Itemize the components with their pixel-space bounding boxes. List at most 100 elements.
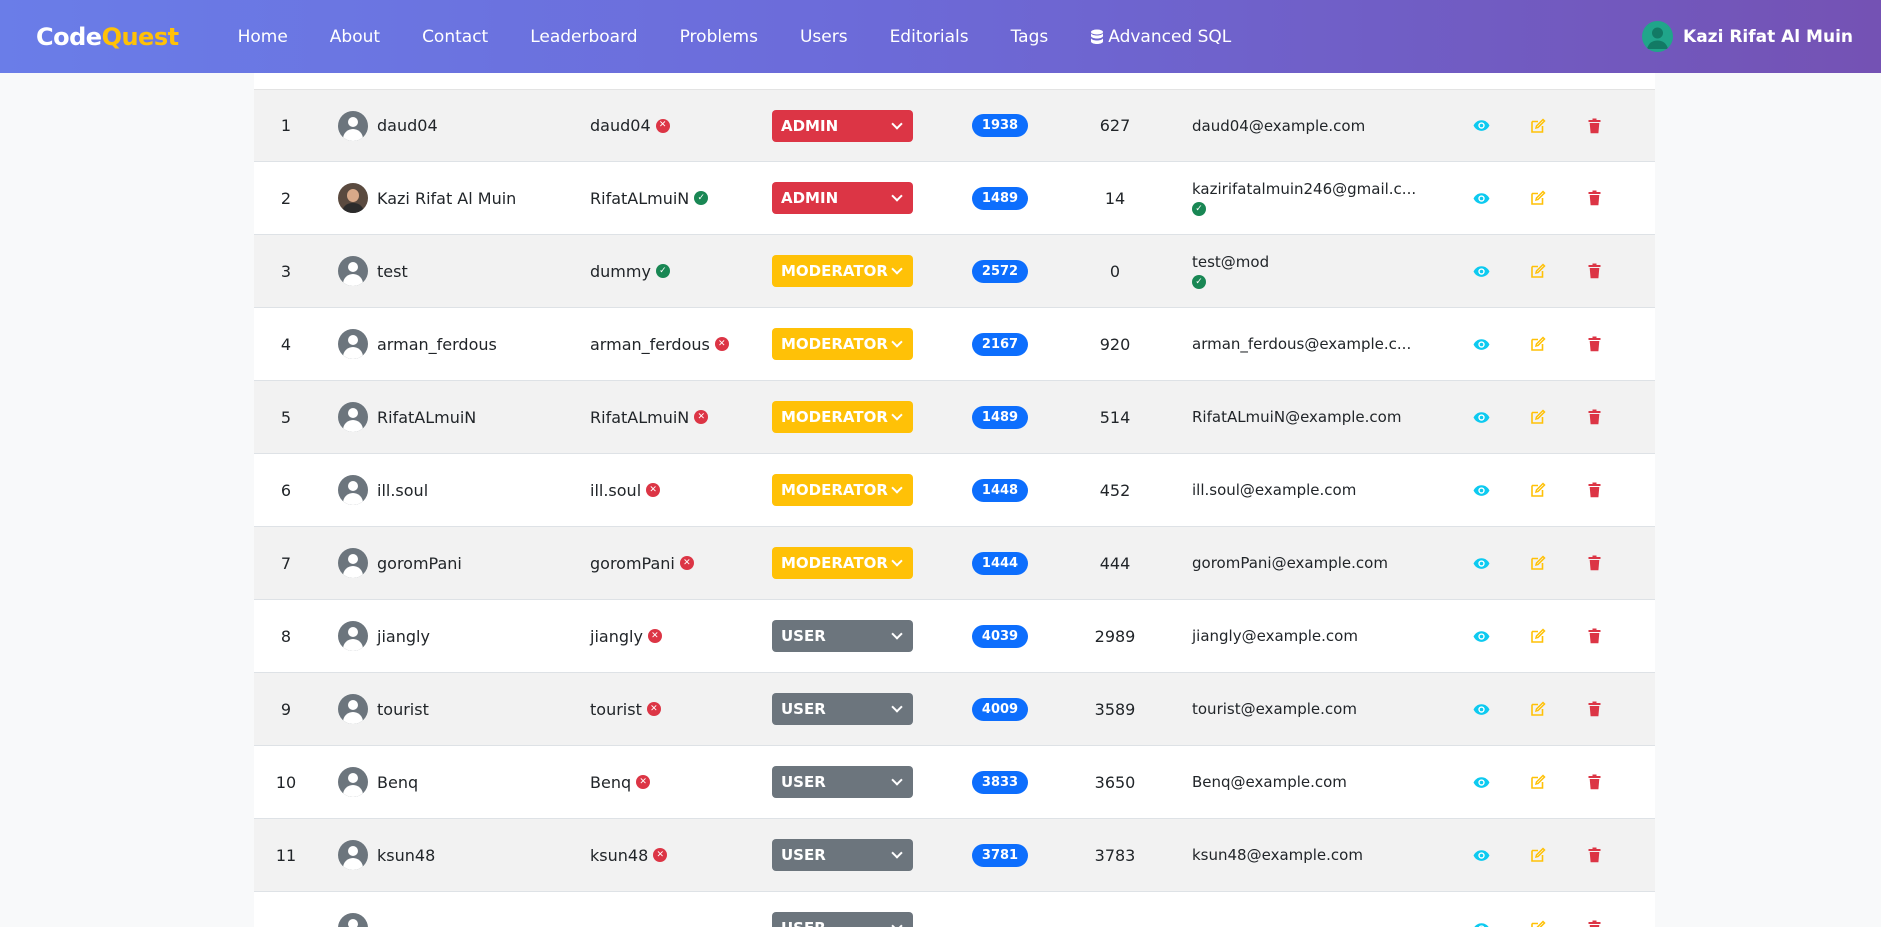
nav-link-tags[interactable]: Tags xyxy=(1011,27,1049,47)
role-select[interactable]: MODERATOR xyxy=(772,547,913,579)
user-display-name: Benq xyxy=(377,772,419,792)
user-handle: dummy xyxy=(590,261,651,281)
avatar xyxy=(338,621,368,651)
view-icon[interactable] xyxy=(1467,695,1495,723)
nav-link-home[interactable]: Home xyxy=(238,27,288,47)
rating-badge: 4009 xyxy=(971,697,1029,721)
view-icon[interactable] xyxy=(1467,112,1495,140)
delete-icon[interactable] xyxy=(1580,330,1608,358)
view-icon[interactable] xyxy=(1467,549,1495,577)
edit-icon[interactable] xyxy=(1524,768,1552,796)
role-select[interactable]: ADMIN xyxy=(772,109,913,142)
view-icon[interactable] xyxy=(1467,330,1495,358)
view-icon[interactable] xyxy=(1467,476,1495,504)
delete-icon[interactable] xyxy=(1580,841,1608,869)
view-icon[interactable] xyxy=(1467,257,1495,285)
nav-link-users[interactable]: Users xyxy=(800,27,848,47)
table-header-strip xyxy=(254,73,1655,90)
unverified-x-icon: ✕ xyxy=(646,483,661,497)
unverified-x-icon: ✕ xyxy=(694,410,709,424)
delete-icon[interactable] xyxy=(1580,549,1608,577)
edit-icon[interactable] xyxy=(1524,695,1552,723)
delete-icon[interactable] xyxy=(1580,622,1608,650)
delete-icon[interactable] xyxy=(1580,695,1608,723)
role-select[interactable]: USER xyxy=(772,839,913,871)
rating-badge: 1489 xyxy=(971,405,1029,429)
nav-link-leaderboard[interactable]: Leaderboard xyxy=(530,27,637,47)
avatar xyxy=(338,767,368,797)
view-icon[interactable] xyxy=(1467,841,1495,869)
edit-icon[interactable] xyxy=(1524,549,1552,577)
user-handle: ill.soul xyxy=(590,480,642,500)
edit-icon[interactable] xyxy=(1524,330,1552,358)
view-icon[interactable] xyxy=(1467,768,1495,796)
row-number: 9 xyxy=(280,699,292,719)
delete-icon[interactable] xyxy=(1580,403,1608,431)
database-icon xyxy=(1091,29,1104,44)
delete-icon[interactable] xyxy=(1580,768,1608,796)
role-select[interactable]: MODERATOR xyxy=(772,474,913,506)
view-icon[interactable] xyxy=(1467,914,1495,927)
view-icon[interactable] xyxy=(1467,184,1495,212)
delete-icon[interactable] xyxy=(1580,112,1608,140)
role-select[interactable]: MODERATOR xyxy=(772,255,913,287)
nav-link-editorials[interactable]: Editorials xyxy=(890,27,969,47)
user-display-name: arman_ferdous xyxy=(377,334,497,354)
row-number: 8 xyxy=(280,626,292,646)
nav-link-problems[interactable]: Problems xyxy=(680,27,758,47)
table-row: 10 Benq Benq ✕ USER 3833 3650 Benq@example.com xyxy=(254,746,1655,819)
rating-badge: 2572 xyxy=(971,259,1029,283)
edit-icon[interactable] xyxy=(1524,841,1552,869)
chevron-down-icon xyxy=(891,555,903,567)
role-select[interactable]: ADMIN xyxy=(772,182,913,214)
solved-count: 2989 xyxy=(1094,626,1136,646)
rating-badge: 3781 xyxy=(971,843,1029,867)
edit-icon[interactable] xyxy=(1524,257,1552,285)
edit-icon[interactable] xyxy=(1524,403,1552,431)
role-select[interactable]: USER xyxy=(772,693,913,725)
delete-icon[interactable] xyxy=(1580,184,1608,212)
role-select[interactable]: MODERATOR xyxy=(772,328,913,360)
avatar xyxy=(338,913,368,927)
user-display-name: goromPani xyxy=(377,553,462,573)
table-body: 1 daud04 daud04 ✕ ADMIN 1938 627 daud04@example… xyxy=(254,90,1655,927)
solved-count: 444 xyxy=(1099,553,1131,573)
user-avatar xyxy=(1642,21,1674,52)
email-verified-check-icon: ✓ xyxy=(1192,202,1206,216)
role-select-value: USER xyxy=(781,846,826,864)
role-select[interactable]: USER xyxy=(772,766,913,798)
chevron-down-icon xyxy=(891,847,903,859)
edit-icon[interactable] xyxy=(1524,184,1552,212)
unverified-x-icon: ✕ xyxy=(646,702,661,716)
rating-badge: 3833 xyxy=(971,770,1029,794)
view-icon[interactable] xyxy=(1467,622,1495,650)
view-icon[interactable] xyxy=(1467,403,1495,431)
delete-icon[interactable] xyxy=(1580,914,1608,927)
chevron-down-icon xyxy=(891,117,903,130)
rating-badge: 1938 xyxy=(971,114,1029,137)
edit-icon[interactable] xyxy=(1524,112,1552,140)
role-select[interactable]: USER xyxy=(772,912,913,927)
brand-text-code: Code xyxy=(36,22,102,51)
rating-badge: 4039 xyxy=(971,624,1029,648)
edit-icon[interactable] xyxy=(1524,476,1552,504)
unverified-x-icon: ✕ xyxy=(714,337,729,351)
nav-link-advanced-sql[interactable]: Advanced SQL xyxy=(1090,27,1231,47)
role-select-value: MODERATOR xyxy=(781,262,888,280)
chevron-down-icon xyxy=(891,336,903,348)
brand-logo[interactable]: Code Quest xyxy=(36,23,179,51)
nav-link-about[interactable]: About xyxy=(330,27,380,47)
user-email: jiangly@example.com xyxy=(1192,627,1358,645)
user-display-name: test xyxy=(377,261,408,281)
role-select[interactable]: MODERATOR xyxy=(772,401,913,433)
user-menu[interactable]: Kazi Rifat Al Muin xyxy=(1642,0,1853,73)
edit-icon[interactable] xyxy=(1524,622,1552,650)
role-select[interactable]: USER xyxy=(772,620,913,652)
user-handle: tourist xyxy=(590,699,642,719)
nav-link-contact[interactable]: Contact xyxy=(422,27,488,47)
user-display-name: jiangly xyxy=(377,626,430,646)
delete-icon[interactable] xyxy=(1580,476,1608,504)
edit-icon[interactable] xyxy=(1524,914,1552,927)
delete-icon[interactable] xyxy=(1580,257,1608,285)
nav-link-advanced-sql-label: Advanced SQL xyxy=(1108,26,1232,47)
